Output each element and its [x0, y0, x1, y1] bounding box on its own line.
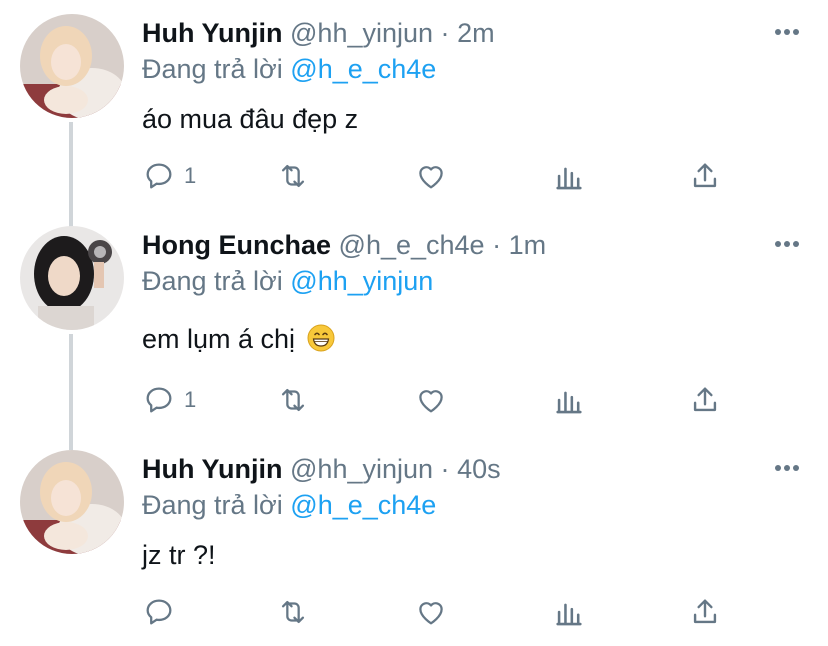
action-bar: 1	[142, 156, 742, 196]
grinning-emoji-icon	[307, 324, 335, 352]
retweet-icon	[281, 388, 305, 412]
analytics-icon	[556, 391, 582, 414]
display-name[interactable]: Hong Eunchae	[142, 230, 331, 260]
tweet-text: em lụm á chị	[142, 324, 296, 354]
comment-icon	[146, 163, 172, 189]
action-bar	[142, 592, 742, 632]
replying-to-mention[interactable]: @hh_yinjun	[290, 266, 433, 296]
reply-count: 1	[184, 387, 197, 412]
like-button[interactable]	[414, 592, 448, 632]
share-button[interactable]	[688, 592, 722, 632]
reply-count: 1	[184, 163, 197, 188]
tweet-header: Hong Eunchae @h_e_ch4e · 1m	[142, 228, 546, 262]
reply-button[interactable]: 1	[142, 156, 196, 196]
separator-dot: ·	[440, 454, 450, 484]
retweet-icon	[281, 600, 305, 624]
tweet[interactable]: Hong Eunchae @h_e_ch4e · 1m Đang trả lời…	[0, 226, 828, 432]
analytics-button[interactable]	[552, 380, 586, 420]
timestamp[interactable]: 1m	[509, 230, 547, 260]
more-icon[interactable]	[774, 240, 800, 248]
tweet-header: Huh Yunjin @hh_yinjun · 2m	[142, 16, 495, 50]
avatar-image	[20, 14, 124, 118]
tweet-header: Huh Yunjin @hh_yinjun · 40s	[142, 452, 501, 486]
heart-icon	[419, 390, 443, 413]
analytics-icon	[556, 603, 582, 626]
tweet-text: jz tr ?!	[142, 540, 216, 570]
separator-dot: ·	[440, 18, 450, 48]
replying-to-label: Đang trả lời	[142, 54, 283, 84]
replying-to-label: Đang trả lời	[142, 490, 283, 520]
analytics-icon	[556, 167, 582, 190]
replying-to-label: Đang trả lời	[142, 266, 283, 296]
share-button[interactable]	[688, 380, 722, 420]
retweet-icon	[281, 164, 305, 188]
more-icon[interactable]	[774, 28, 800, 36]
replying-to-mention[interactable]: @h_e_ch4e	[290, 54, 436, 84]
reply-button[interactable]: 1	[142, 380, 196, 420]
avatar[interactable]	[20, 226, 124, 330]
like-button[interactable]	[414, 156, 448, 196]
more-icon[interactable]	[774, 464, 800, 472]
replying-to: Đang trả lời @h_e_ch4e	[142, 488, 436, 522]
tweet[interactable]: Huh Yunjin @hh_yinjun · 40s Đang trả lời…	[0, 450, 828, 640]
avatar-image	[20, 226, 124, 330]
heart-icon	[419, 166, 443, 189]
share-icon	[693, 599, 717, 624]
replying-to: Đang trả lời @h_e_ch4e	[142, 52, 436, 86]
timestamp[interactable]: 2m	[457, 18, 495, 48]
avatar[interactable]	[20, 14, 124, 118]
heart-icon	[419, 602, 443, 625]
replying-to: Đang trả lời @hh_yinjun	[142, 264, 433, 298]
avatar[interactable]	[20, 450, 124, 554]
timestamp[interactable]: 40s	[457, 454, 501, 484]
action-bar: 1	[142, 380, 742, 420]
share-icon	[693, 163, 717, 188]
retweet-button[interactable]	[276, 156, 310, 196]
replying-to-mention[interactable]: @h_e_ch4e	[290, 490, 436, 520]
comment-icon	[146, 599, 172, 625]
user-handle[interactable]: @hh_yinjun	[290, 454, 433, 484]
separator-dot: ·	[492, 230, 502, 260]
analytics-button[interactable]	[552, 592, 586, 632]
display-name[interactable]: Huh Yunjin	[142, 454, 283, 484]
tweet-text-row: em lụm á chị	[142, 322, 335, 356]
tweet[interactable]: Huh Yunjin @hh_yinjun · 2m Đang trả lời …	[0, 14, 828, 210]
tweet-text: áo mua đâu đẹp z	[142, 104, 359, 134]
comment-icon	[146, 387, 172, 413]
user-handle[interactable]: @h_e_ch4e	[339, 230, 485, 260]
retweet-button[interactable]	[276, 592, 310, 632]
avatar-image	[20, 450, 124, 554]
user-handle[interactable]: @hh_yinjun	[290, 18, 433, 48]
share-button[interactable]	[688, 156, 722, 196]
share-icon	[693, 387, 717, 412]
analytics-button[interactable]	[552, 156, 586, 196]
like-button[interactable]	[414, 380, 448, 420]
display-name[interactable]: Huh Yunjin	[142, 18, 283, 48]
reply-button[interactable]	[142, 592, 184, 632]
retweet-button[interactable]	[276, 380, 310, 420]
